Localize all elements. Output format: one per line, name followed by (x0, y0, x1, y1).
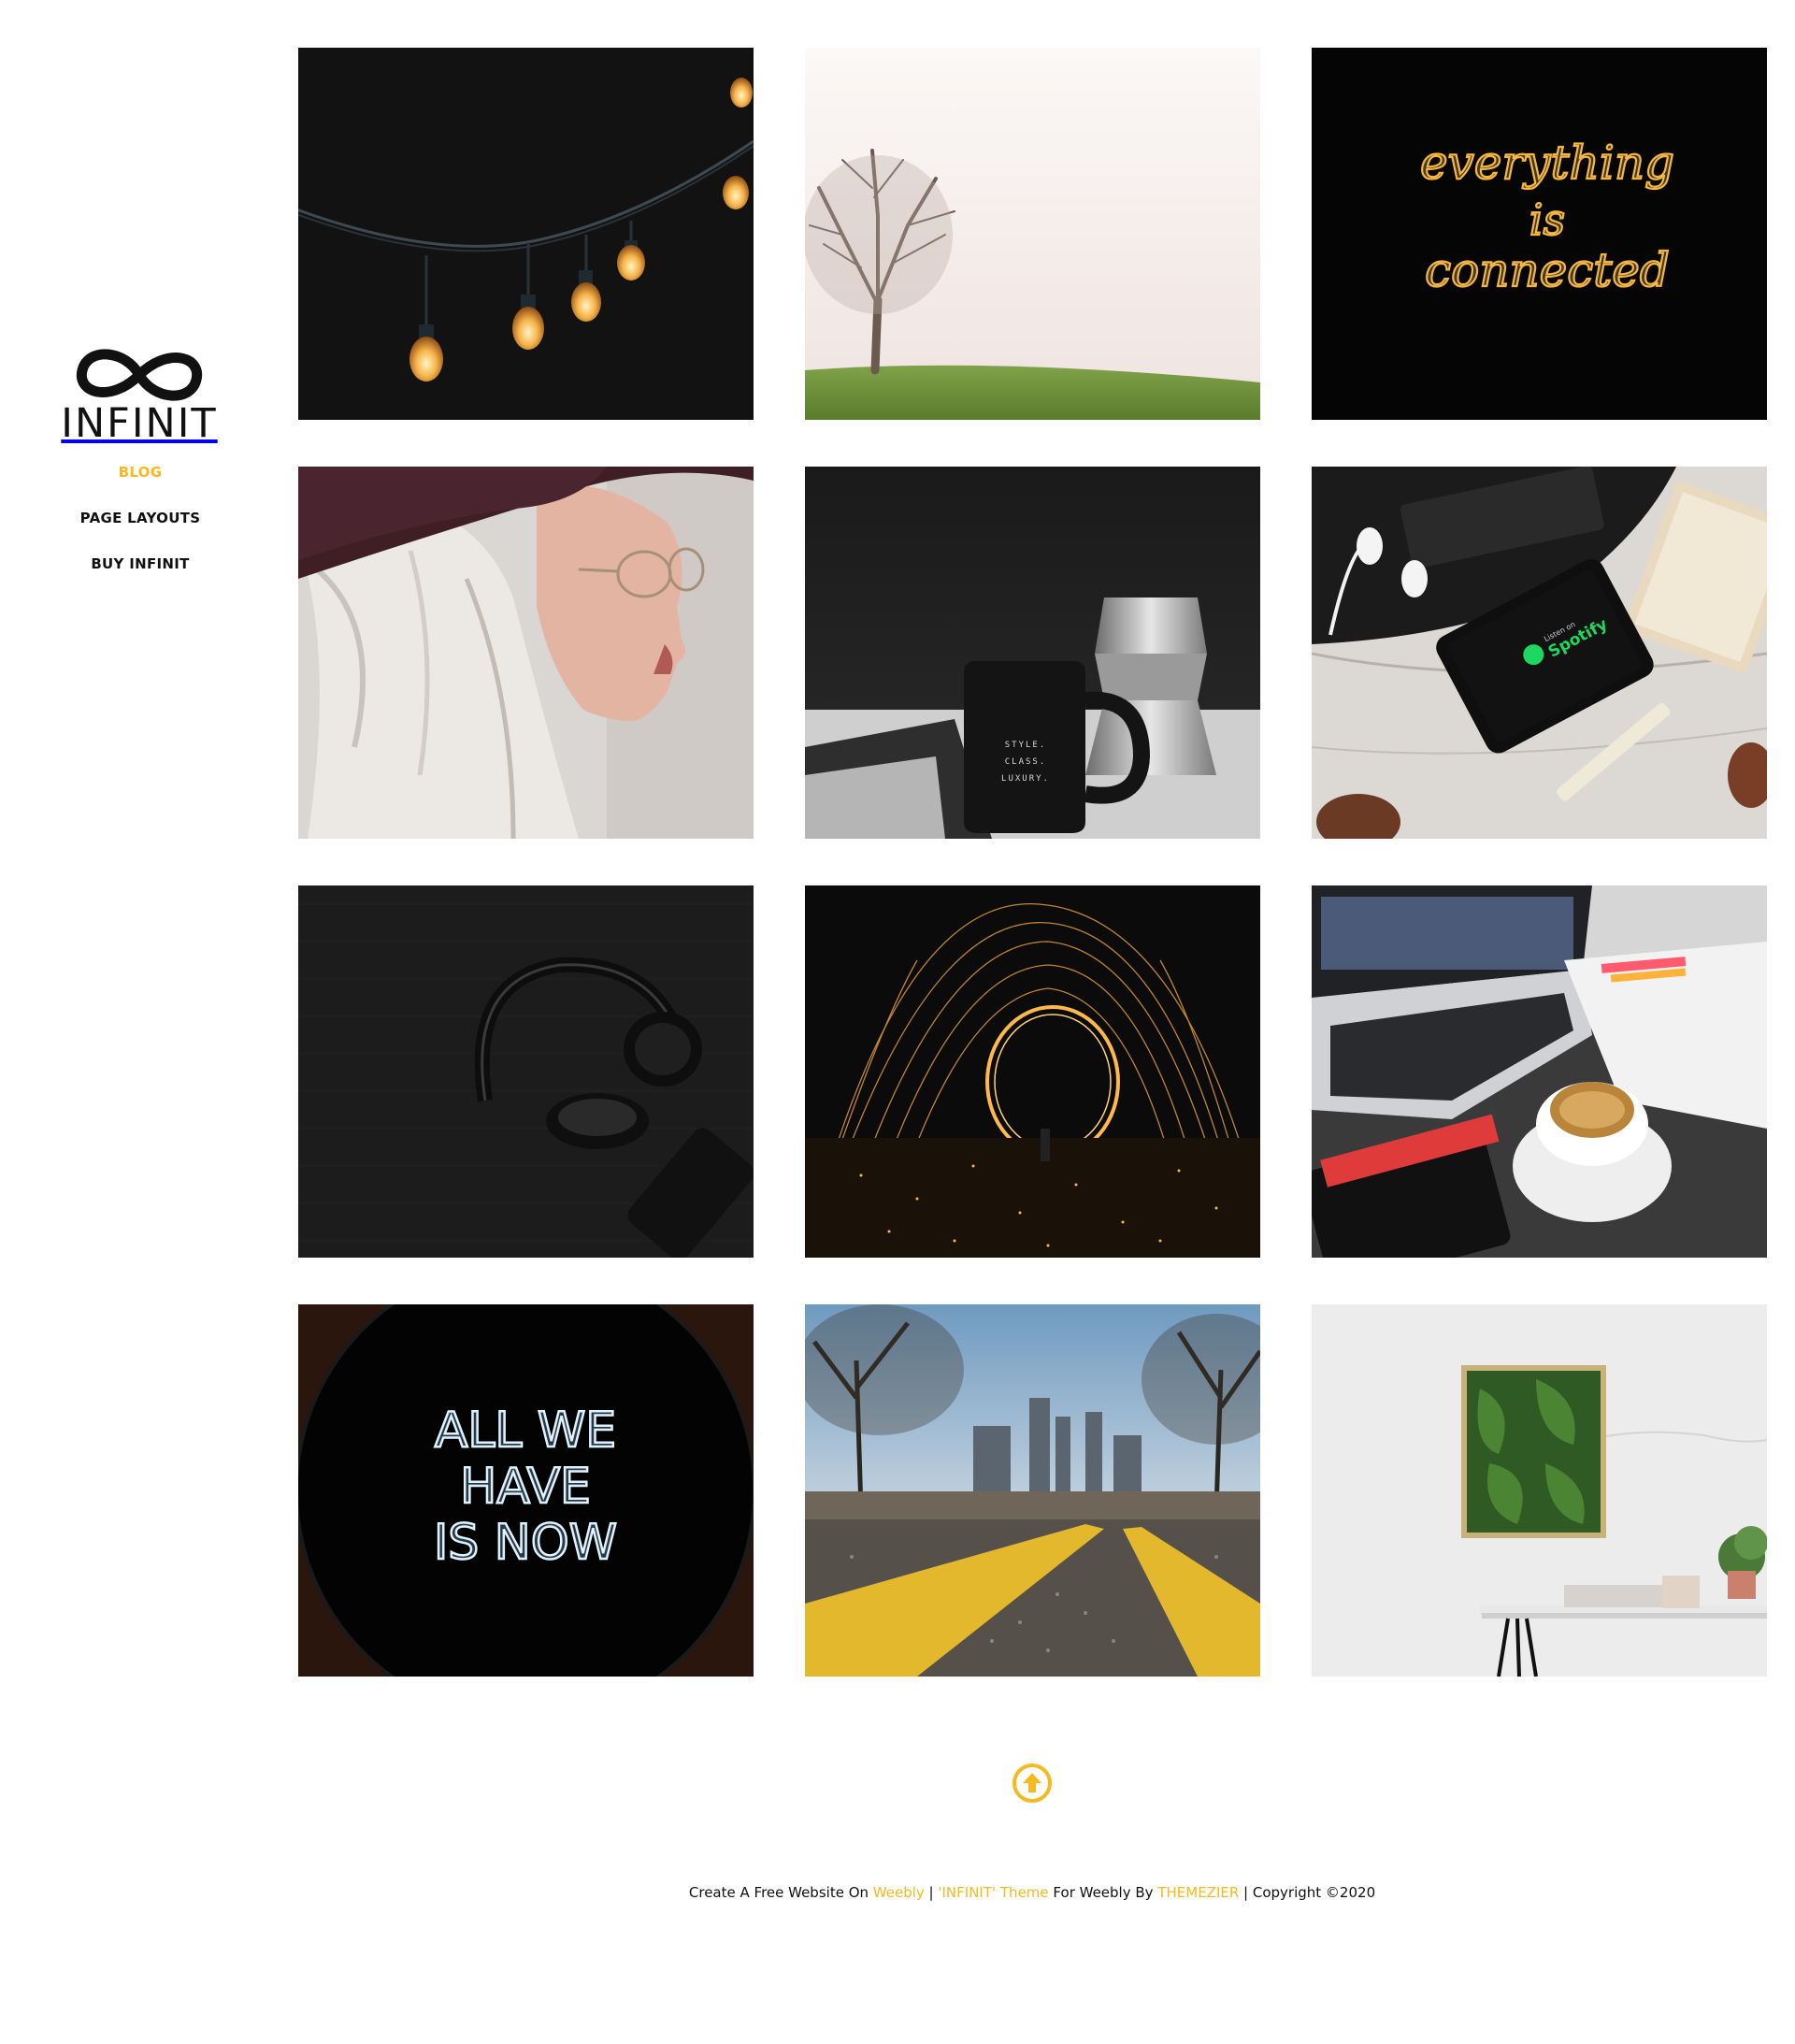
mug-text-1: STYLE. (1005, 741, 1047, 750)
gallery-tile-plant-desk[interactable] (1312, 1304, 1767, 1677)
lone-tree-image (805, 48, 1260, 420)
laptop-coffee-image (1312, 885, 1767, 1258)
footer-author-link[interactable]: THEMEZIER (1157, 1884, 1239, 1901)
site-logo[interactable]: INFINIT (60, 342, 219, 444)
gallery-tile-mug[interactable]: STYLE. CLASS. LUXURY. (805, 467, 1260, 839)
mug-image: STYLE. CLASS. LUXURY. (805, 467, 1260, 839)
neon-glow-2: is (1529, 194, 1565, 245)
footer-separator: | (924, 1884, 939, 1901)
neon-sign-connected-image: everything is connected everything is co… (1312, 48, 1767, 420)
sidebar: INFINIT BLOG PAGE LAYOUTS BUY INFINIT (0, 0, 280, 655)
footer-prefix: Create A Free Website On (688, 1884, 869, 1901)
gallery-tile-string-lights[interactable] (298, 48, 754, 420)
headphones-image (298, 885, 754, 1258)
gallery-tile-headphones[interactable] (298, 885, 754, 1258)
blog-gallery: everything is connected everything is co… (298, 48, 1767, 1677)
neon-sign-now-image: ALL WE HAVE IS NOW ALL WE HAVE IS NOW (298, 1304, 754, 1677)
road-city-image (805, 1304, 1260, 1677)
mug-text-3: LUXURY. (1001, 774, 1050, 784)
gallery-tile-road[interactable] (805, 1304, 1260, 1677)
mug-text-2: CLASS. (1005, 757, 1047, 767)
neon-now-glow-3: IS NOW (434, 1515, 617, 1571)
arrow-up-circle-icon (1012, 1763, 1052, 1803)
neon-now-glow-2: HAVE (460, 1459, 591, 1515)
gallery-tile-lone-tree[interactable] (805, 48, 1260, 420)
footer-weebly-link[interactable]: Weebly (873, 1884, 925, 1901)
steel-wool-image (805, 885, 1260, 1258)
gallery-tile-neon-now[interactable]: ALL WE HAVE IS NOW ALL WE HAVE IS NOW (298, 1304, 754, 1677)
string-lights-image (298, 48, 754, 420)
nav-item-buy-infinit[interactable]: BUY INFINIT (91, 555, 189, 572)
gallery-tile-laptop-coffee[interactable] (1312, 885, 1767, 1258)
back-to-top-button[interactable] (1012, 1763, 1053, 1804)
plant-frame-desk-image (1312, 1304, 1767, 1677)
neon-now-glow-1: ALL WE (435, 1403, 616, 1459)
gallery-tile-portrait[interactable] (298, 467, 754, 839)
gallery-tile-steel-wool[interactable] (805, 885, 1260, 1258)
site-footer: Create A Free Website On Weebly | 'INFIN… (298, 1884, 1766, 1901)
footer-middle: For Weebly By (1053, 1884, 1154, 1901)
infinity-icon (76, 349, 203, 401)
footer-copyright: | Copyright ©2020 (1239, 1884, 1376, 1901)
neon-glow-1: everything (1420, 136, 1674, 190)
footer-theme-link[interactable]: 'INFINIT' Theme (938, 1884, 1048, 1901)
brand-name: INFINIT (61, 400, 218, 447)
nav-item-page-layouts[interactable]: PAGE LAYOUTS (80, 510, 201, 526)
spotify-phone-image: Listen on Spotify (1312, 467, 1767, 839)
gallery-tile-spotify[interactable]: Listen on Spotify (1312, 467, 1767, 839)
neon-glow-3: connected (1425, 243, 1670, 297)
gallery-tile-neon-connected[interactable]: everything is connected everything is co… (1312, 48, 1767, 420)
portrait-image (298, 467, 754, 839)
main-nav: BLOG PAGE LAYOUTS BUY INFINIT (0, 464, 280, 601)
nav-item-blog[interactable]: BLOG (119, 464, 163, 481)
